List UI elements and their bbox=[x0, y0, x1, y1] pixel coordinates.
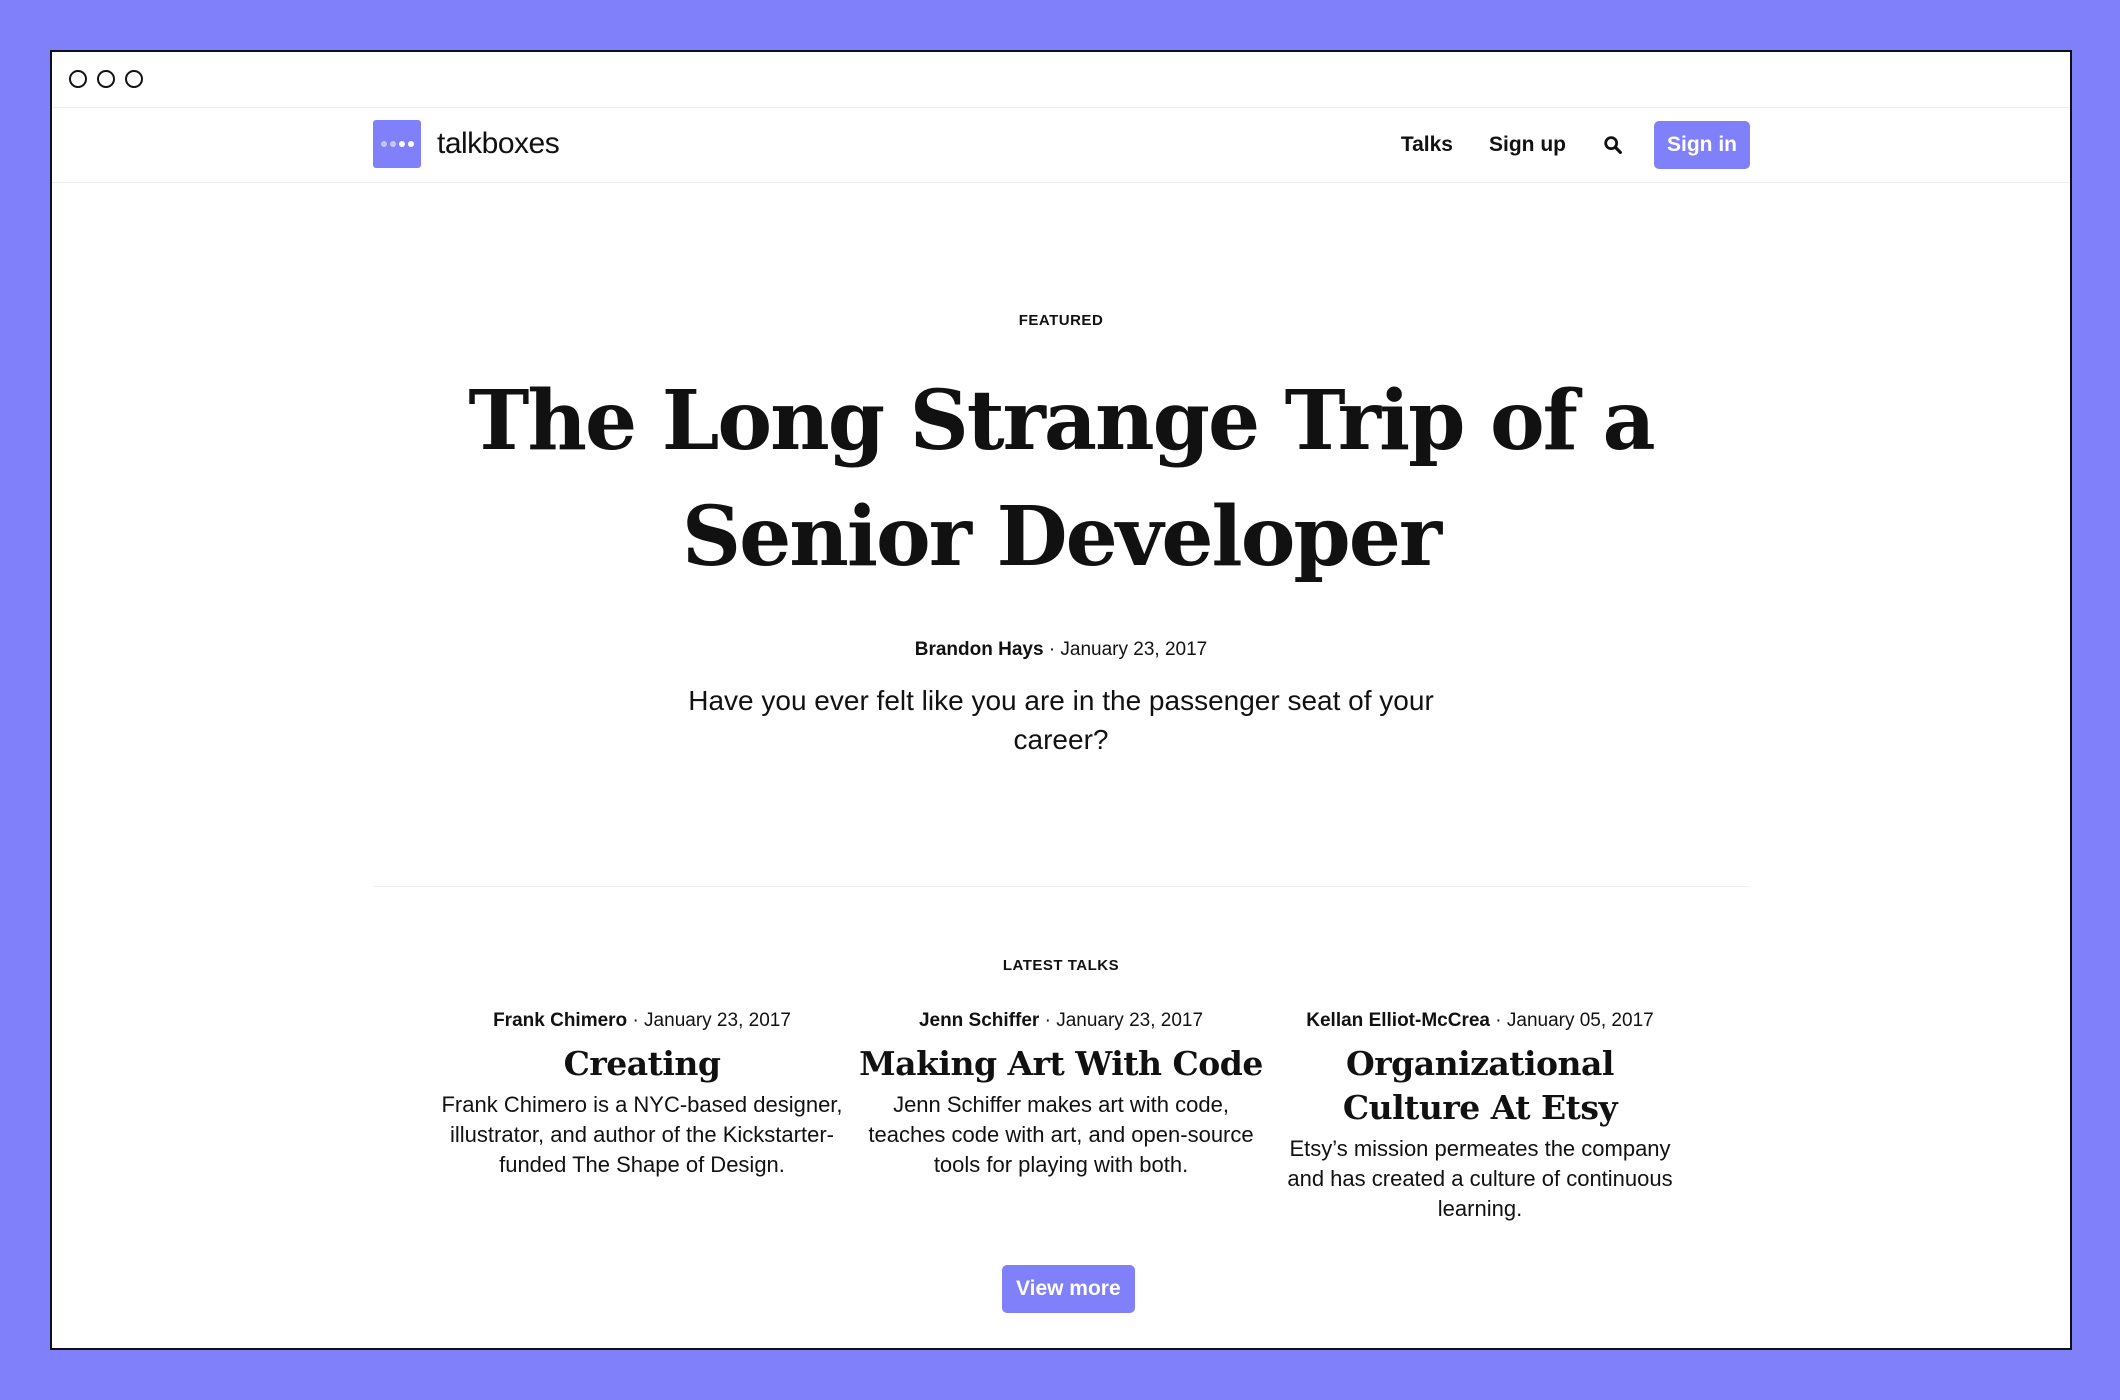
view-more-button[interactable]: View more bbox=[1002, 1265, 1135, 1313]
featured-byline: Brandon Hays · January 23, 2017 bbox=[52, 639, 2070, 661]
talk-author-link[interactable]: Frank Chimero bbox=[493, 1010, 627, 1031]
window-maximize-control[interactable] bbox=[125, 70, 143, 88]
nav-signup-link[interactable]: Sign up bbox=[1489, 133, 1566, 157]
talk-description: Etsy’s mission permeates the company and… bbox=[1287, 1136, 1673, 1221]
talk-date: · January 05, 2017 bbox=[1495, 1010, 1654, 1031]
dots-logo-icon bbox=[373, 120, 421, 168]
talk-byline: Kellan Elliot-McCrea · January 05, 2017 bbox=[1275, 1010, 1685, 1032]
section-divider bbox=[373, 886, 1749, 887]
featured-section: FEATURED The Long Strange Trip of a Seni… bbox=[52, 312, 2070, 759]
browser-window: talkboxes Talks Sign up Sign in FEATURED… bbox=[50, 50, 2072, 1350]
latest-talks-list: Frank Chimero · January 23, 2017 Creatin… bbox=[437, 1010, 1685, 1224]
talk-author-link[interactable]: Jenn Schiffer bbox=[919, 1010, 1039, 1031]
talk-card: Frank Chimero · January 23, 2017 Creatin… bbox=[437, 1010, 847, 1224]
talk-title-link[interactable]: Organizational Culture At Etsy bbox=[1275, 1042, 1685, 1130]
featured-author-link[interactable]: Brandon Hays bbox=[915, 639, 1044, 660]
window-titlebar bbox=[52, 52, 2070, 108]
talk-card: Jenn Schiffer · January 23, 2017 Making … bbox=[856, 1010, 1266, 1224]
window-minimize-control[interactable] bbox=[97, 70, 115, 88]
talk-byline: Frank Chimero · January 23, 2017 bbox=[437, 1010, 847, 1032]
talk-author-link[interactable]: Kellan Elliot-McCrea bbox=[1306, 1010, 1490, 1031]
brand-logo-link[interactable]: talkboxes bbox=[373, 120, 560, 168]
talk-description: Jenn Schiffer makes art with code, teach… bbox=[868, 1092, 1254, 1177]
talk-date: · January 23, 2017 bbox=[632, 1010, 791, 1031]
signin-button[interactable]: Sign in bbox=[1654, 121, 1750, 169]
nav-talks-link[interactable]: Talks bbox=[1401, 133, 1453, 157]
featured-title-link[interactable]: The Long Strange Trip of a Senior Develo… bbox=[461, 363, 1661, 595]
talk-description: Frank Chimero is a NYC-based designer, i… bbox=[441, 1092, 843, 1177]
brand-name: talkboxes bbox=[437, 127, 560, 160]
talk-card: Kellan Elliot-McCrea · January 05, 2017 … bbox=[1275, 1010, 1685, 1224]
featured-lede: Have you ever felt like you are in the p… bbox=[688, 685, 1434, 755]
talk-title-link[interactable]: Making Art With Code bbox=[856, 1042, 1266, 1086]
talk-title-link[interactable]: Creating bbox=[437, 1042, 847, 1086]
talk-byline: Jenn Schiffer · January 23, 2017 bbox=[856, 1010, 1266, 1032]
latest-eyebrow: LATEST TALKS bbox=[1002, 957, 1120, 974]
search-icon[interactable] bbox=[1602, 134, 1624, 156]
latest-heading: LATEST TALKS bbox=[52, 957, 2070, 974]
featured-eyebrow: FEATURED bbox=[1018, 312, 1104, 329]
header-nav: Talks Sign up Sign in bbox=[1365, 121, 1750, 169]
site-header: talkboxes Talks Sign up Sign in bbox=[52, 108, 2070, 183]
featured-date: · January 23, 2017 bbox=[1048, 639, 1208, 660]
window-close-control[interactable] bbox=[69, 70, 87, 88]
talk-date: · January 23, 2017 bbox=[1044, 1010, 1204, 1031]
